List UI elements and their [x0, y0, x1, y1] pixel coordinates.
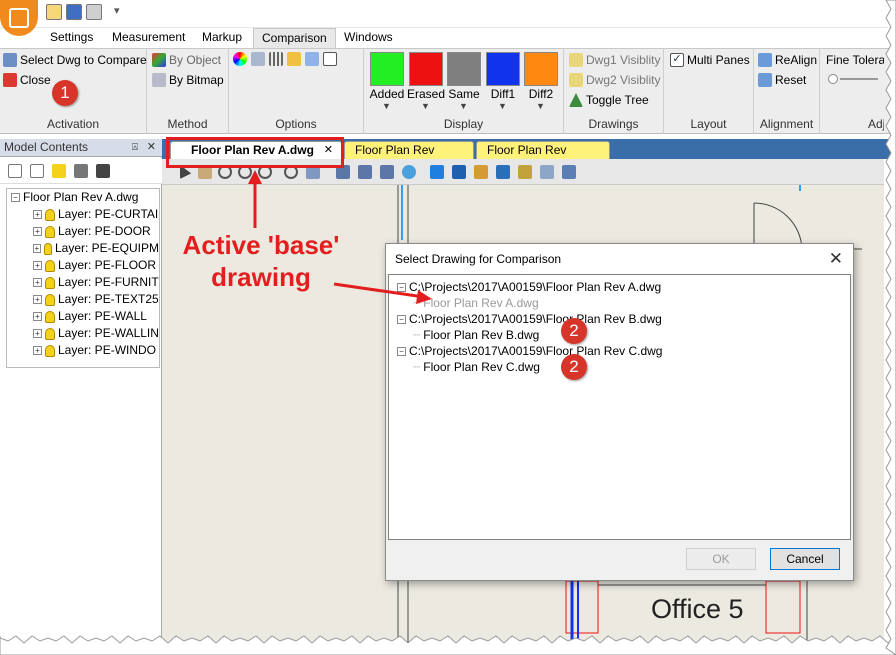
- arrow-up-head: [248, 170, 262, 184]
- arrow-right-head: [416, 290, 432, 304]
- torn-right-path: [885, 0, 896, 655]
- torn-edge: [0, 635, 896, 655]
- callout-arrows: [248, 170, 432, 304]
- arrow-right: [333, 282, 425, 299]
- torn-right-edge: [885, 0, 896, 655]
- step-badge-1: 1: [52, 80, 78, 106]
- torn-edge-path: [0, 635, 896, 655]
- step-badge-3: 2: [561, 354, 587, 380]
- step-badge-2: 2: [561, 318, 587, 344]
